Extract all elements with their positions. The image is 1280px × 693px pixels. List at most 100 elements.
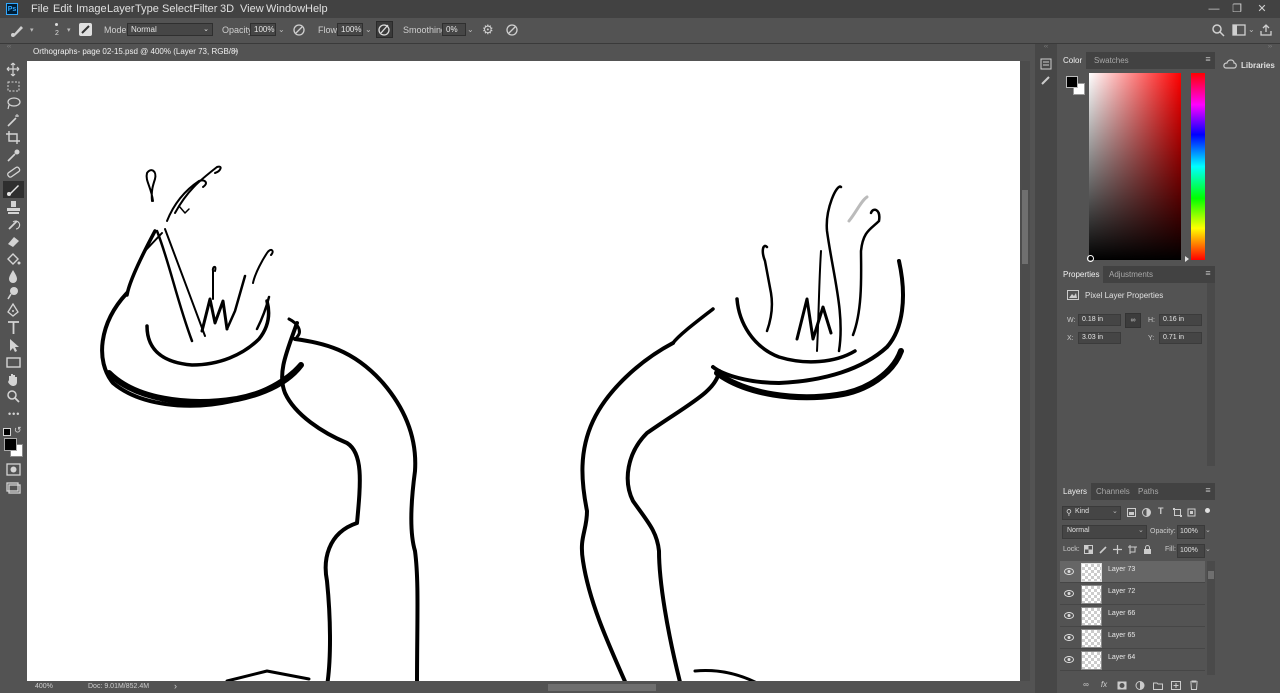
path-selection-tool-icon[interactable] [5, 338, 22, 353]
search-icon[interactable] [1211, 23, 1225, 37]
color-picker-cursor[interactable] [1087, 255, 1094, 262]
foreground-color-swatch[interactable] [4, 438, 17, 451]
layer-row[interactable]: Layer 72 [1060, 583, 1205, 605]
layer-style-icon[interactable]: fx [1099, 680, 1109, 690]
chevron-down-icon[interactable]: ⌄ [1205, 526, 1211, 534]
link-dimensions-icon[interactable]: ∞ [1125, 313, 1141, 328]
lock-transparent-icon[interactable] [1084, 545, 1093, 554]
layer-name[interactable]: Layer 64 [1108, 654, 1135, 661]
restore-icon[interactable]: ❐ [1226, 0, 1248, 18]
menu-layer[interactable]: Layer [107, 0, 135, 18]
filter-smart-object-icon[interactable] [1187, 508, 1196, 517]
vertical-scroll-thumb[interactable] [1022, 190, 1028, 264]
menu-select[interactable]: Select [162, 0, 193, 18]
layer-name[interactable]: Layer 72 [1108, 588, 1135, 595]
canvas[interactable] [27, 61, 1020, 681]
visibility-eye-icon[interactable] [1064, 633, 1074, 642]
airbrush-toggle[interactable] [376, 21, 393, 38]
swap-colors-icon[interactable]: ↺ [14, 425, 22, 436]
libraries-button[interactable]: Libraries [1218, 52, 1280, 78]
blur-tool-icon[interactable] [5, 269, 22, 284]
layer-name[interactable]: Layer 73 [1108, 566, 1135, 573]
tab-layers[interactable]: Layers [1059, 483, 1092, 500]
brush-tool-icon[interactable] [10, 23, 26, 37]
new-group-icon[interactable] [1153, 681, 1163, 690]
layer-filter-select[interactable]: ⚲ Kind ⌄ [1062, 506, 1121, 520]
filter-adjustment-icon[interactable] [1142, 508, 1151, 517]
properties-scrollbar[interactable] [1207, 283, 1215, 466]
pressure-opacity-icon[interactable] [292, 23, 306, 37]
delete-layer-icon[interactable] [1189, 680, 1199, 690]
dropdown-arrow-icon[interactable]: ▾ [67, 26, 71, 34]
quick-mask-icon[interactable] [5, 462, 22, 477]
rectangle-tool-icon[interactable] [5, 355, 22, 370]
layer-opacity-input[interactable]: 100% [1177, 525, 1205, 539]
panel-collapse-icon[interactable]: ‹‹ [7, 44, 11, 50]
mode-select[interactable]: Normal ⌄ [127, 23, 213, 36]
history-panel-icon[interactable] [1040, 58, 1052, 70]
brush-preset-picker[interactable]: 2 [52, 22, 62, 40]
magic-wand-tool-icon[interactable] [5, 113, 22, 128]
zoom-level[interactable]: 400% [35, 683, 53, 690]
x-input[interactable]: 3.03 in [1078, 332, 1121, 344]
minimize-icon[interactable]: — [1203, 0, 1225, 18]
healing-brush-tool-icon[interactable] [5, 165, 22, 180]
new-layer-icon[interactable] [1171, 681, 1181, 690]
share-icon[interactable] [1259, 23, 1273, 37]
lock-artboard-icon[interactable] [1128, 545, 1137, 554]
filter-type-icon[interactable]: T [1158, 506, 1164, 516]
dodge-tool-icon[interactable] [5, 286, 22, 301]
width-input[interactable]: 0.18 in [1078, 314, 1121, 326]
blend-mode-select[interactable]: Normal ⌄ [1062, 525, 1147, 539]
chevron-down-icon[interactable]: ⌄ [467, 25, 474, 34]
tab-color[interactable]: Color [1059, 52, 1087, 69]
lock-all-icon[interactable] [1143, 545, 1152, 554]
eyedropper-tool-icon[interactable] [5, 148, 22, 163]
layers-scroll-thumb[interactable] [1208, 571, 1214, 579]
default-colors-icon[interactable] [3, 428, 11, 436]
smoothing-input[interactable]: 0% [442, 23, 466, 36]
fill-input[interactable]: 100% [1177, 544, 1205, 558]
color-saturation-field[interactable] [1089, 73, 1181, 260]
link-layers-icon[interactable]: ∞ [1081, 680, 1091, 690]
tab-paths[interactable]: Paths [1138, 483, 1158, 500]
visibility-eye-icon[interactable] [1064, 589, 1074, 598]
menu-help[interactable]: Help [305, 0, 328, 18]
move-tool-icon[interactable] [5, 62, 22, 77]
filter-toggle-icon[interactable] [1205, 508, 1210, 513]
visibility-eye-icon[interactable] [1064, 611, 1074, 620]
tab-properties[interactable]: Properties [1059, 266, 1104, 283]
chevron-down-icon[interactable]: ⌄ [1248, 25, 1255, 34]
close-icon[interactable]: ✕ [1251, 0, 1273, 18]
eraser-tool-icon[interactable] [5, 234, 22, 249]
chevron-down-icon[interactable]: ⌄ [365, 25, 372, 34]
workspace-icon[interactable] [1232, 23, 1246, 37]
clone-stamp-tool-icon[interactable] [5, 200, 22, 215]
zoom-tool-icon[interactable] [5, 389, 22, 404]
horizontal-scroll-thumb[interactable] [548, 684, 656, 691]
visibility-eye-icon[interactable] [1064, 567, 1074, 576]
layer-row[interactable]: Layer 73 [1060, 561, 1205, 583]
screen-mode-icon[interactable] [5, 480, 22, 495]
layer-row[interactable]: Layer 65 [1060, 627, 1205, 649]
paint-bucket-tool-icon[interactable] [5, 251, 22, 266]
layer-name[interactable]: Layer 65 [1108, 632, 1135, 639]
tab-channels[interactable]: Channels [1096, 483, 1130, 500]
chevron-down-icon[interactable]: ⌄ [1205, 545, 1211, 553]
menu-file[interactable]: File [31, 0, 49, 18]
pen-tool-icon[interactable] [5, 303, 22, 318]
history-brush-tool-icon[interactable] [5, 217, 22, 232]
close-tab-icon[interactable]: × [233, 46, 238, 56]
menu-image[interactable]: Image [76, 0, 107, 18]
hue-slider[interactable] [1191, 73, 1205, 260]
panel-menu-icon[interactable]: ≡ [1203, 266, 1213, 283]
more-tools-icon[interactable]: ••• [8, 409, 20, 419]
tab-swatches[interactable]: Swatches [1094, 52, 1129, 69]
panel-menu-icon[interactable]: ≡ [1203, 52, 1213, 69]
chevron-down-icon[interactable]: ⌄ [278, 25, 285, 34]
brush-tool-icon[interactable] [5, 182, 22, 197]
vertical-scrollbar[interactable] [1020, 61, 1030, 681]
lock-image-icon[interactable] [1099, 545, 1108, 554]
opacity-input[interactable]: 100% [250, 23, 276, 36]
layer-name[interactable]: Layer 66 [1108, 610, 1135, 617]
